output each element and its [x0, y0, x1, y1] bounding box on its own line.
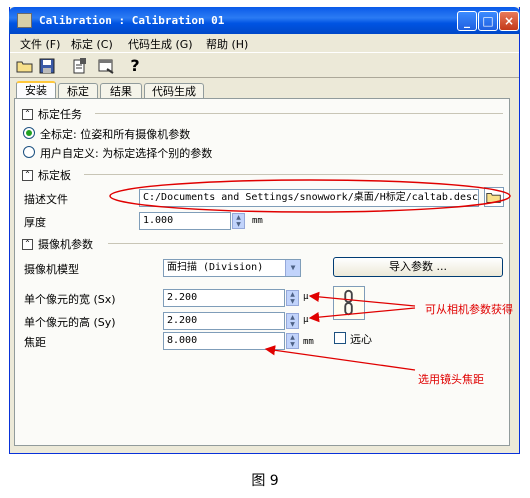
- thickness-unit: mm: [252, 216, 263, 226]
- camera-model-value: 面扫描 (Division): [167, 262, 264, 273]
- collapse-task-button[interactable]: ⌃: [22, 108, 33, 120]
- menu-code-gen[interactable]: 代码生成 (G): [128, 36, 193, 52]
- import-params-button[interactable]: 导入参数 ...: [333, 257, 503, 277]
- section-title: 标定任务: [38, 108, 82, 121]
- sy-input[interactable]: 2.200: [163, 312, 285, 330]
- title-bar[interactable]: Calibration : Calibration 01 _ □ ×: [9, 7, 520, 34]
- sx-input[interactable]: 2.200: [163, 289, 285, 307]
- focal-length-input[interactable]: 8.000: [163, 332, 285, 350]
- divider: [95, 113, 503, 114]
- section-title: 标定板: [38, 169, 71, 182]
- menu-bar: 文件 (F) 标定 (C) 代码生成 (G) 帮助 (H): [10, 34, 519, 52]
- menu-file[interactable]: 文件 (F): [20, 36, 60, 52]
- radio-user-defined[interactable]: [23, 146, 35, 158]
- open-folder-icon[interactable]: [15, 56, 35, 76]
- divider: [108, 243, 503, 244]
- radio-full-calibration[interactable]: [23, 127, 35, 139]
- section-calibration-plate: ⌃ 标定板: [22, 167, 71, 183]
- radio-full-label: 全标定: 位姿和所有摄像机参数: [40, 128, 191, 141]
- help-icon[interactable]: ?: [125, 56, 145, 76]
- maximize-button[interactable]: □: [478, 11, 498, 31]
- chain-link-icon: [344, 289, 353, 316]
- link-toggle-button[interactable]: [333, 286, 365, 320]
- annotation-from-camera: 可从相机参数获得: [425, 303, 513, 316]
- collapse-plate-button[interactable]: ⌃: [22, 169, 33, 181]
- description-file-label: 描述文件: [24, 193, 68, 206]
- focal-length-spinner[interactable]: ▲ ▼: [286, 333, 299, 349]
- save-icon[interactable]: [37, 56, 57, 76]
- sx-label: 单个像元的宽 (Sx): [24, 293, 116, 306]
- tab-code-gen[interactable]: 代码生成: [144, 83, 204, 99]
- menu-calibrate[interactable]: 标定 (C): [71, 36, 113, 52]
- toolbar: ?: [10, 52, 519, 78]
- minimize-button[interactable]: _: [457, 11, 477, 31]
- section-calibration-task: ⌃ 标定任务: [22, 106, 82, 122]
- window-title: Calibration : Calibration 01: [39, 14, 225, 27]
- divider: [84, 174, 503, 175]
- thickness-spinner[interactable]: ▲ ▼: [232, 213, 245, 229]
- thickness-label: 厚度: [24, 216, 46, 229]
- tab-calibrate[interactable]: 标定: [58, 83, 98, 99]
- section-title: 摄像机参数: [38, 238, 93, 251]
- telecentric-checkbox[interactable]: [334, 332, 346, 344]
- window-icon[interactable]: [96, 56, 116, 76]
- export-icon[interactable]: [70, 56, 90, 76]
- sx-spinner[interactable]: ▲ ▼: [286, 290, 299, 306]
- focal-length-label: 焦距: [24, 336, 46, 349]
- chevron-down-icon[interactable]: ▼: [285, 260, 300, 276]
- sy-label: 单个像元的高 (Sy): [24, 316, 116, 329]
- annotation-choose-lens: 选用镜头焦距: [418, 373, 484, 386]
- camera-model-label: 摄像机模型: [24, 263, 79, 276]
- sy-unit: μ: [303, 315, 309, 325]
- description-file-input[interactable]: C:/Documents and Settings/snowwork/桌面/H标…: [139, 189, 479, 207]
- sx-unit: μ: [303, 292, 309, 302]
- browse-folder-icon[interactable]: [484, 187, 504, 207]
- sy-spinner[interactable]: ▲ ▼: [286, 313, 299, 329]
- app-icon: [17, 13, 32, 28]
- menu-help[interactable]: 帮助 (H): [206, 36, 248, 52]
- close-button[interactable]: ×: [499, 11, 519, 31]
- camera-model-select[interactable]: 面扫描 (Division) ▼: [163, 259, 301, 277]
- telecentric-label: 远心: [350, 333, 372, 346]
- tab-results[interactable]: 结果: [100, 83, 142, 99]
- focal-length-unit: mm: [303, 337, 314, 347]
- figure-caption: 图 9: [251, 473, 279, 489]
- collapse-camera-button[interactable]: ⌃: [22, 238, 33, 250]
- thickness-input[interactable]: 1.000: [139, 212, 231, 230]
- radio-user-label: 用户自定义: 为标定选择个别的参数: [40, 147, 213, 160]
- section-camera-params: ⌃ 摄像机参数: [22, 236, 93, 252]
